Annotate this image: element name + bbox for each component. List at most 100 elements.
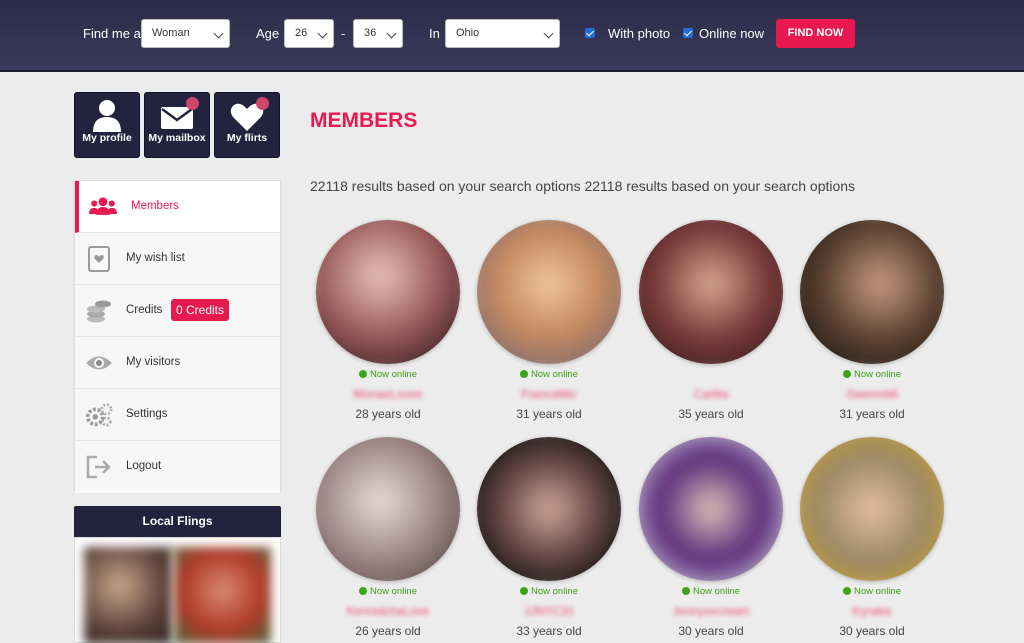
member-age: 30 years old [839, 624, 905, 638]
online-status-text: Now online [370, 586, 417, 597]
location-value: Ohio [456, 27, 480, 39]
member-photo[interactable] [316, 437, 460, 581]
tile-label: My flirts [226, 132, 268, 144]
online-dot-icon [520, 587, 528, 595]
my-profile-tile[interactable]: My profile [74, 92, 140, 158]
member-card[interactable]: Now online Gwenniiill 31 years old [797, 220, 947, 430]
local-flings-header: Local Flings [74, 506, 281, 537]
chevron-down-icon [213, 28, 224, 39]
member-card[interactable]: Carlita 35 years old [636, 220, 786, 430]
gears-icon [85, 403, 113, 427]
search-bar: Find me a Woman Age 26 - 36 In Ohio With… [0, 0, 1024, 72]
find-label: Find me a [83, 26, 141, 41]
member-card[interactable]: Now online FrancaMic 31 years old [474, 220, 624, 430]
age-label: Age [256, 26, 280, 41]
age-min-select[interactable]: 26 [284, 19, 334, 48]
online-dot-icon [843, 370, 851, 378]
notification-dot [186, 97, 199, 110]
member-name[interactable]: Kyrakis [797, 604, 947, 618]
menu-item-members[interactable]: Members [75, 181, 280, 233]
online-status: Now online [636, 586, 786, 597]
online-dot-icon [843, 587, 851, 595]
with-photo-checkbox[interactable] [585, 28, 595, 38]
tile-label: My mailbox [148, 132, 206, 144]
my-flirts-tile[interactable]: My flirts [214, 92, 280, 158]
member-photo[interactable] [800, 437, 944, 581]
member-name[interactable]: Carlita [636, 387, 786, 401]
member-card[interactable]: Now online MonaeLovee 28 years old [313, 220, 463, 430]
users-icon [89, 197, 117, 215]
menu-label: My wish list [126, 252, 185, 264]
online-status: Now online [313, 369, 463, 380]
member-name[interactable]: JJNYC31 [474, 604, 624, 618]
menu-item-settings[interactable]: Settings [75, 389, 280, 441]
eye-icon [86, 356, 112, 370]
menu-item-logout[interactable]: Logout [75, 441, 280, 493]
member-card[interactable]: Now online Jennyxxcream 30 years old [636, 437, 786, 643]
member-card[interactable]: Now online Kyrakis 30 years old [797, 437, 947, 643]
member-card[interactable]: Now online JJNYC31 33 years old [474, 437, 624, 643]
find-now-button[interactable]: FIND NOW [776, 19, 855, 48]
member-age: 30 years old [678, 624, 744, 638]
wishlist-icon [88, 246, 110, 272]
member-name[interactable]: FrancaMic [474, 387, 624, 401]
menu-label: My visitors [126, 356, 181, 368]
age-max-select[interactable]: 36 [353, 19, 403, 48]
member-photo[interactable] [316, 220, 460, 364]
online-status: Now online [474, 369, 624, 380]
logout-icon [86, 455, 111, 479]
online-status: Now online [797, 369, 947, 380]
fling-photo[interactable] [84, 547, 172, 643]
member-photo[interactable] [477, 437, 621, 581]
age-min-value: 26 [295, 27, 308, 39]
member-age: 31 years old [516, 407, 582, 421]
age-separator: - [341, 26, 346, 41]
fling-photo[interactable] [174, 547, 271, 643]
member-name[interactable]: MonaeLovee [313, 387, 463, 401]
notification-dot [256, 97, 269, 110]
online-dot-icon [359, 587, 367, 595]
online-status-text: Now online [531, 369, 578, 380]
my-mailbox-tile[interactable]: My mailbox [144, 92, 210, 158]
user-icon [93, 100, 121, 132]
side-menu: Members My wish list Credits 0 Credits M… [74, 180, 281, 493]
menu-label: Credits [126, 304, 163, 316]
menu-item-wish-list[interactable]: My wish list [75, 233, 280, 285]
member-age: 35 years old [678, 407, 744, 421]
with-photo-label: With photo [608, 26, 671, 41]
member-photo[interactable] [639, 220, 783, 364]
online-dot-icon [682, 587, 690, 595]
gender-value: Woman [152, 27, 190, 39]
member-age: 28 years old [355, 407, 421, 421]
menu-item-credits[interactable]: Credits 0 Credits [75, 285, 280, 337]
tile-label: My profile [82, 132, 132, 144]
online-dot-icon [359, 370, 367, 378]
member-name[interactable]: Jennyxxcream [636, 604, 786, 618]
online-status-text: Now online [854, 586, 901, 597]
online-now-checkbox[interactable] [683, 28, 693, 38]
online-dot-icon [520, 370, 528, 378]
menu-label: Settings [126, 408, 168, 420]
member-name[interactable]: KennidchaLove [313, 604, 463, 618]
member-photo[interactable] [800, 220, 944, 364]
member-photo[interactable] [639, 437, 783, 581]
member-name[interactable]: Gwenniiill [797, 387, 947, 401]
menu-item-my-visitors[interactable]: My visitors [75, 337, 280, 389]
gender-select[interactable]: Woman [141, 19, 230, 48]
online-status: Now online [313, 586, 463, 597]
member-age: 33 years old [516, 624, 582, 638]
online-status: Now online [474, 586, 624, 597]
menu-label: Logout [126, 460, 162, 472]
chevron-down-icon [386, 28, 397, 39]
menu-label: Members [131, 200, 179, 212]
member-photo[interactable] [477, 220, 621, 364]
online-now-label: Online now [699, 26, 765, 41]
member-age: 31 years old [839, 407, 905, 421]
chevron-down-icon [317, 28, 328, 39]
member-card[interactable]: Now online KennidchaLove 26 years old [313, 437, 463, 643]
results-count: 22118 results based on your search optio… [310, 178, 856, 194]
local-flings-panel [74, 537, 281, 643]
credits-badge[interactable]: 0 Credits [171, 299, 230, 321]
online-status-text: Now online [693, 586, 740, 597]
location-select[interactable]: Ohio [445, 19, 560, 48]
